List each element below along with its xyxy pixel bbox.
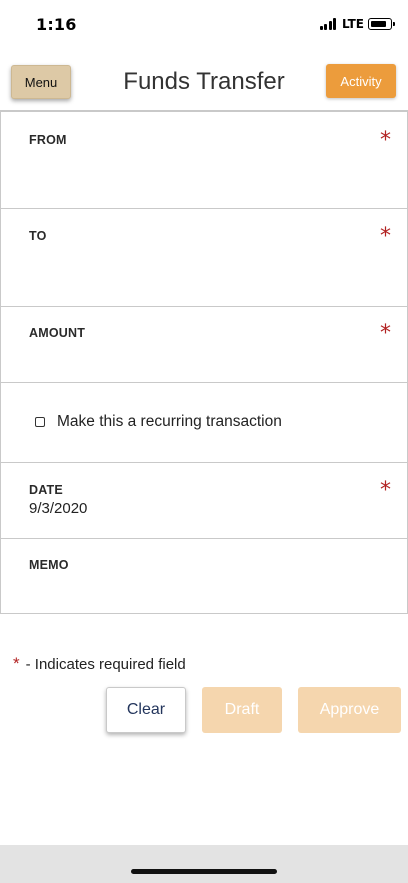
clear-button[interactable]: Clear [106, 687, 186, 733]
required-marker: * [380, 128, 391, 153]
app-header: Menu Funds Transfer Activity [0, 56, 408, 110]
from-label: FROM [29, 133, 67, 147]
required-note-text: - Indicates required field [25, 655, 186, 673]
status-bar: 1:16 LTE [0, 0, 408, 50]
required-marker: * [380, 321, 391, 346]
required-marker: * [380, 478, 391, 503]
recurring-label: Make this a recurring transaction [57, 413, 282, 430]
network-label: LTE [341, 17, 364, 31]
bottom-bar [0, 845, 408, 883]
recurring-checkbox[interactable] [35, 417, 45, 427]
date-label: DATE [29, 483, 63, 497]
battery-icon [368, 18, 395, 30]
draft-button[interactable]: Draft [202, 687, 282, 733]
recurring-row: Make this a recurring transaction [0, 383, 408, 463]
approve-button[interactable]: Approve [298, 687, 401, 733]
activity-button[interactable]: Activity [326, 64, 396, 98]
signal-icon [319, 18, 338, 30]
transfer-form: FROM * TO * AMOUNT * Make this a recurri… [0, 110, 408, 614]
date-value: 9/3/2020 [29, 500, 88, 517]
amount-field[interactable]: AMOUNT * [0, 307, 408, 383]
required-marker: * [380, 224, 391, 249]
required-note-star: * [13, 654, 20, 673]
recurring-option[interactable]: Make this a recurring transaction [35, 413, 282, 431]
memo-field[interactable]: MEMO [0, 539, 408, 614]
amount-label: AMOUNT [29, 326, 86, 340]
status-icons: LTE [319, 17, 395, 31]
to-field[interactable]: TO * [0, 209, 408, 307]
memo-label: MEMO [29, 558, 69, 572]
home-indicator[interactable] [131, 869, 277, 874]
date-field[interactable]: DATE * 9/3/2020 [0, 463, 408, 539]
required-note: * - Indicates required field [13, 654, 186, 674]
to-label: TO [29, 229, 47, 243]
status-time: 1:16 [36, 15, 77, 34]
from-field[interactable]: FROM * [0, 110, 408, 209]
